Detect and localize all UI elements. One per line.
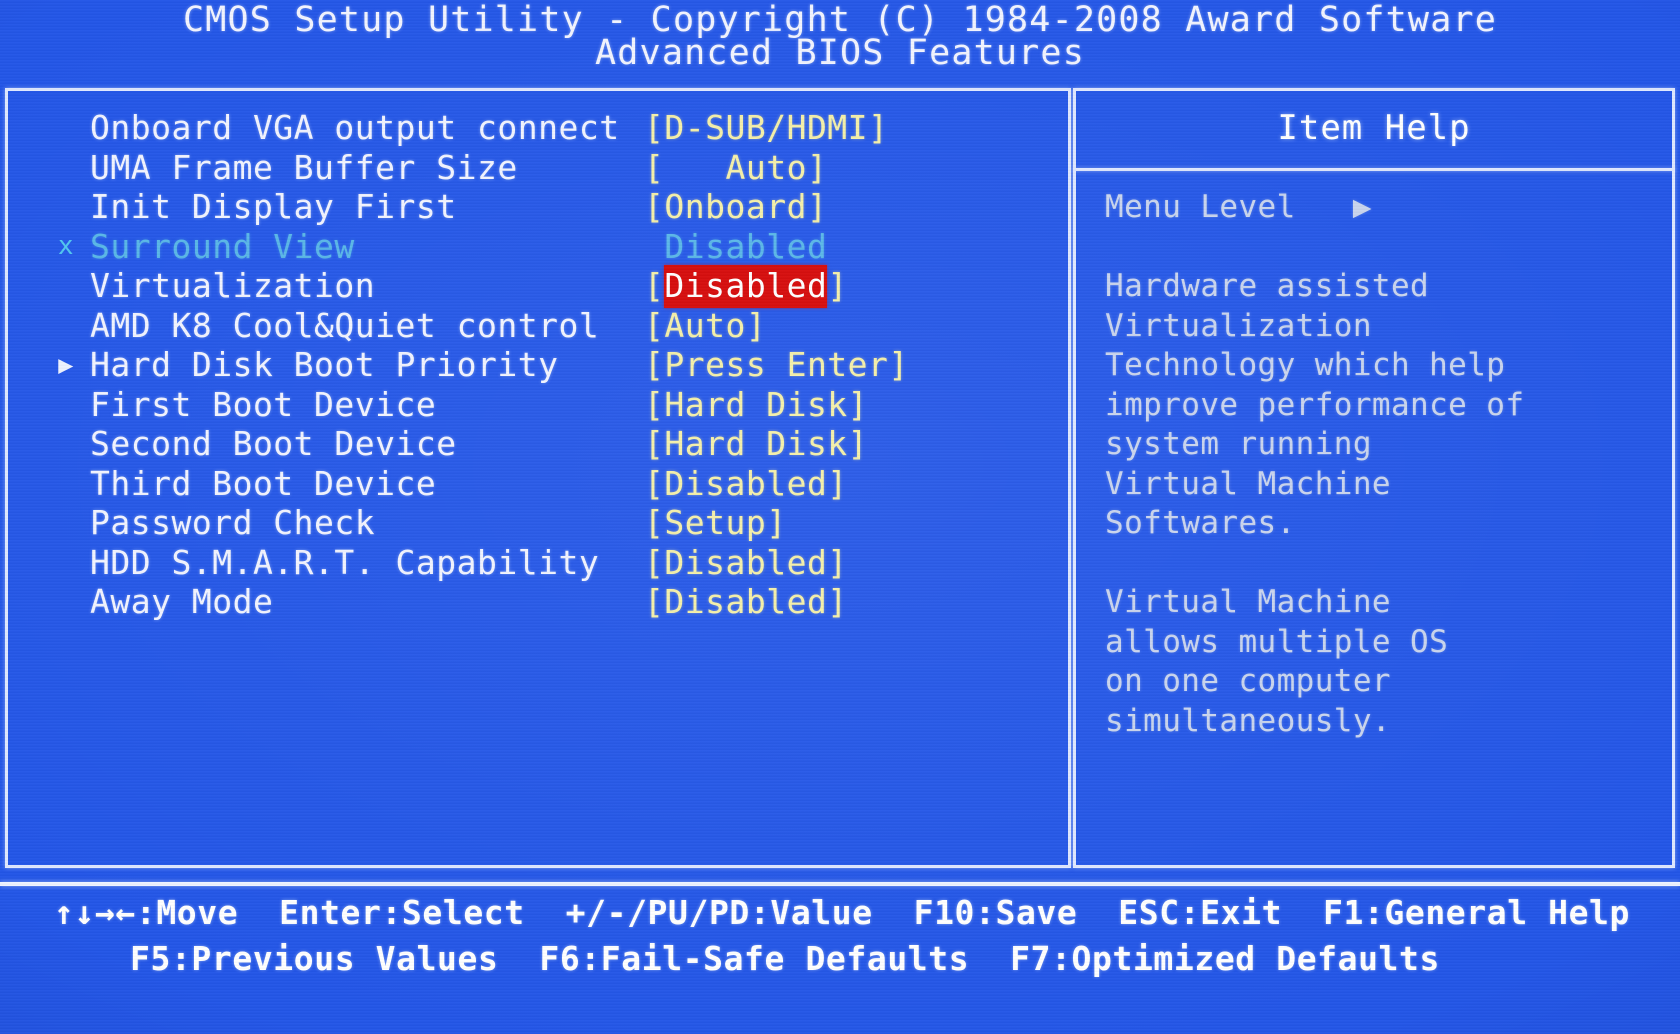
setting-row[interactable]: HDD S.M.A.R.T. Capability [Disabled] (46, 543, 1056, 583)
setting-row[interactable]: x Surround View Disabled (46, 227, 1056, 267)
settings-list: Onboard VGA output connect [D-SUB/HDMI] UM… (46, 108, 1056, 622)
item-help-line: system running (1105, 426, 1372, 462)
setting-label: Away Mode (90, 582, 274, 621)
setting-row[interactable]: Password Check [Setup] (46, 503, 1056, 543)
setting-label: HDD S.M.A.R.T. Capability (90, 542, 600, 582)
setting-row[interactable]: Virtualization [Disabled] (46, 265, 1056, 308)
item-help-line: improve performance of (1105, 386, 1525, 423)
setting-label: Hard Disk Boot Priority (90, 345, 559, 384)
key-legend: ↑↓→←:Move Enter:Select +/-/PU/PD:Value F… (0, 890, 1680, 982)
setting-row[interactable]: First Boot Device [Hard Disk] (46, 385, 1056, 425)
item-help-line: Virtual Machine (1105, 584, 1391, 620)
setting-label: First Boot Device (90, 384, 437, 424)
disabled-marker-icon: x (57, 230, 75, 261)
item-help-line (1105, 228, 1665, 268)
setting-label: Surround View (90, 226, 355, 266)
setting-row[interactable]: Onboard VGA output connect [D-SUB/HDMI] (46, 108, 1056, 148)
item-help-body: Menu Level ▶ Hardware assisted Virtualizat… (1105, 188, 1665, 741)
setting-value[interactable]: [Onboard] (644, 187, 827, 227)
setting-row[interactable]: UMA Frame Buffer Size [ Auto] (46, 148, 1056, 188)
item-help-line: allows multiple OS (1105, 623, 1449, 660)
item-help-line: Technology which help (1105, 347, 1506, 383)
setting-value[interactable]: [Disabled] (644, 265, 848, 308)
value-open-bracket: [ (644, 266, 665, 305)
setting-value[interactable]: [Press Enter] (644, 345, 909, 385)
footer-separator (0, 882, 1680, 886)
bios-setup-screen: CMOS Setup Utility - Copyright (C) 1984-… (0, 0, 1680, 1034)
setting-row[interactable]: ▶ Hard Disk Boot Priority [Press Enter] (46, 345, 1056, 385)
item-help-title-separator (1073, 168, 1675, 171)
setting-value[interactable]: [Hard Disk] (644, 424, 868, 464)
setting-label: Onboard VGA output connect (90, 108, 620, 147)
setting-row[interactable]: Third Boot Device [Disabled] (46, 464, 1056, 504)
page-title: Advanced BIOS Features (595, 33, 1085, 73)
key-legend-line-1: ↑↓→←:Move Enter:Select +/-/PU/PD:Value F… (53, 893, 1630, 932)
item-help-title: Item Help (1277, 108, 1471, 148)
setting-value[interactable]: [ Auto] (644, 148, 827, 188)
item-help-line: Hardware assisted (1105, 268, 1430, 304)
setting-value[interactable]: [Hard Disk] (644, 385, 868, 425)
setting-value[interactable]: Disabled (644, 227, 827, 267)
setting-row[interactable]: Init Display First [Onboard] (46, 187, 1056, 227)
setting-value[interactable]: [D-SUB/HDMI] (644, 108, 888, 148)
setting-label: Init Display First (90, 187, 457, 226)
selected-value[interactable]: Disabled (664, 265, 828, 308)
setting-value[interactable]: [Disabled] (644, 464, 848, 504)
setting-row[interactable]: Second Boot Device [Hard Disk] (46, 424, 1056, 464)
item-help-line: Virtual Machine (1105, 465, 1391, 502)
item-help-line: simultaneously. (1105, 702, 1391, 739)
setting-label: Third Boot Device (90, 463, 437, 503)
setting-value[interactable]: [Auto] (644, 306, 766, 346)
item-help-line: Softwares. (1105, 505, 1296, 541)
item-help-line: on one computer (1105, 663, 1391, 699)
submenu-arrow-icon: ▶ (58, 350, 74, 379)
value-close-bracket: ] (827, 266, 848, 305)
key-legend-line-2: F5:Previous Values F6:Fail-Safe Defaults… (130, 939, 1440, 978)
setting-label: Virtualization (90, 266, 376, 305)
item-help-line (1105, 544, 1665, 584)
item-help-line: Menu Level ▶ (1105, 189, 1372, 225)
setting-value[interactable]: [Disabled] (644, 582, 848, 622)
setting-label: UMA Frame Buffer Size (90, 147, 518, 187)
setting-row[interactable]: AMD K8 Cool&Quiet control [Auto] (46, 306, 1056, 346)
setting-label: Second Boot Device (90, 424, 457, 463)
setting-value[interactable]: [Setup] (644, 503, 787, 543)
setting-row[interactable]: Away Mode [Disabled] (46, 582, 1056, 622)
setting-value[interactable]: [Disabled] (644, 543, 848, 583)
setting-label: Password Check (90, 503, 376, 542)
item-help-line: Virtualization (1105, 307, 1372, 344)
setting-label: AMD K8 Cool&Quiet control (90, 305, 600, 345)
